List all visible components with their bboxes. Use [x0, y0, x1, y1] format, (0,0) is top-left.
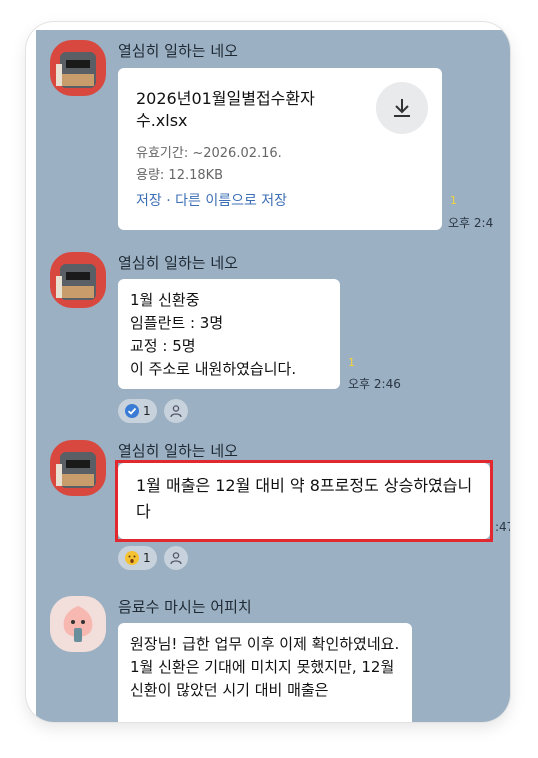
- sender-name: 열심히 일하는 네오: [118, 442, 238, 460]
- reaction-chip[interactable]: 1: [118, 546, 157, 570]
- check-icon: [124, 403, 140, 419]
- sender-name: 열심히 일하는 네오: [118, 42, 238, 60]
- timestamp: 오후 2:4: [448, 216, 494, 230]
- phone-frame: 열심히 일하는 네오 2026년01월일별접수환자수.xlsx 유효기간: ~2…: [26, 22, 510, 722]
- reaction-count: 1: [143, 551, 151, 565]
- person-icon: [170, 405, 182, 418]
- message-bubble[interactable]: 원장님! 급한 업무 이후 이제 확인하였네요. 1월 신환은 기대에 미치지 …: [118, 623, 412, 722]
- save-as-link[interactable]: 다른 이름으로 저장: [175, 193, 287, 209]
- separator: ·: [166, 193, 171, 209]
- reaction-count: 1: [143, 404, 151, 418]
- add-reaction-button[interactable]: [164, 399, 188, 423]
- download-icon: [394, 99, 410, 117]
- file-expiry: 유효기간: ~2026.02.16.: [136, 146, 282, 161]
- download-button[interactable]: [376, 82, 428, 134]
- sender-name: 음료수 마시는 어피치: [118, 598, 252, 616]
- avatar-neo[interactable]: [50, 252, 106, 308]
- file-actions: 저장 · 다른 이름으로 저장: [136, 190, 287, 210]
- message-bubble[interactable]: 1월 매출은 12월 대비 약 8프로정도 상승하였습니다: [118, 463, 490, 539]
- chat-room: 열심히 일하는 네오 2026년01월일별접수환자수.xlsx 유효기간: ~2…: [36, 30, 510, 722]
- surprised-face-icon: [124, 550, 140, 566]
- sender-name: 열심히 일하는 네오: [118, 254, 238, 272]
- file-size: 용량: 12.18KB: [136, 168, 224, 183]
- save-link[interactable]: 저장: [136, 193, 162, 209]
- avatar-apeach[interactable]: [50, 596, 106, 652]
- message-bubble[interactable]: 1월 신환중 임플란트 : 3명 교정 : 5명 이 주소로 내원하였습니다.: [118, 279, 340, 389]
- message-text: 1월 신환중 임플란트 : 3명 교정 : 5명 이 주소로 내원하였습니다.: [130, 291, 297, 378]
- add-reaction-button[interactable]: [164, 546, 188, 570]
- avatar-neo[interactable]: [50, 40, 106, 96]
- avatar-neo[interactable]: [50, 440, 106, 496]
- person-icon: [170, 552, 182, 565]
- message-text: 원장님! 급한 업무 이후 이제 확인하였네요. 1월 신환은 기대에 미치지 …: [130, 635, 400, 699]
- timestamp: :47: [495, 520, 510, 534]
- reaction-chip[interactable]: 1: [118, 399, 157, 423]
- timestamp: 오후 2:46: [348, 377, 401, 391]
- unread-count: 1: [348, 356, 355, 369]
- file-bubble[interactable]: 2026년01월일별접수환자수.xlsx 유효기간: ~2026.02.16. …: [118, 68, 442, 230]
- file-name[interactable]: 2026년01월일별접수환자수.xlsx: [136, 88, 346, 132]
- unread-count: 1: [450, 194, 457, 207]
- message-text: 1월 매출은 12월 대비 약 8프로정도 상승하였습니다: [136, 476, 473, 521]
